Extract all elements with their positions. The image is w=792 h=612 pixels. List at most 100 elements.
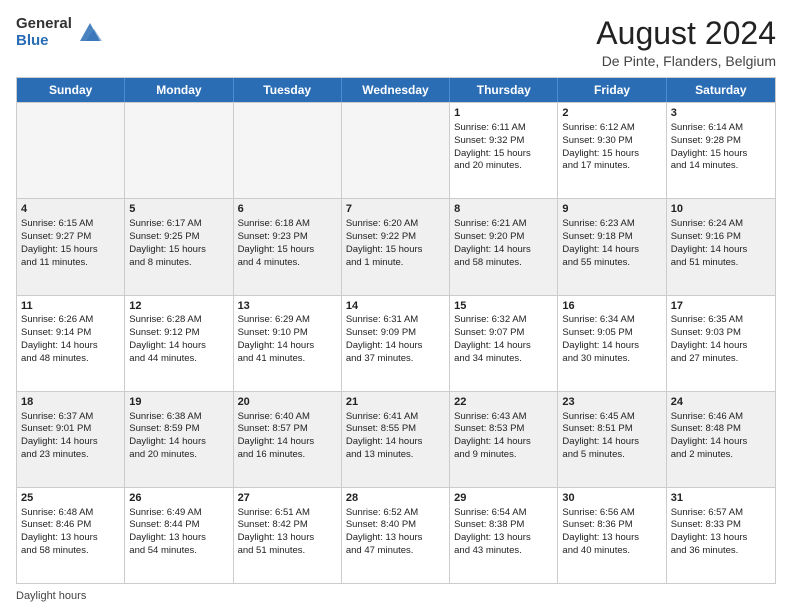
day-number: 25 — [21, 491, 120, 506]
day-number: 6 — [238, 202, 337, 217]
table-row — [342, 103, 450, 198]
logo-icon — [76, 19, 104, 47]
day-info: Sunrise: 6:20 AM Sunset: 9:22 PM Dayligh… — [346, 218, 445, 269]
day-info: Sunrise: 6:52 AM Sunset: 8:40 PM Dayligh… — [346, 507, 445, 558]
day-number: 17 — [671, 299, 771, 314]
day-number: 10 — [671, 202, 771, 217]
table-row: 6Sunrise: 6:18 AM Sunset: 9:23 PM Daylig… — [234, 199, 342, 294]
day-info: Sunrise: 6:31 AM Sunset: 9:09 PM Dayligh… — [346, 314, 445, 365]
day-info: Sunrise: 6:24 AM Sunset: 9:16 PM Dayligh… — [671, 218, 771, 269]
table-row: 25Sunrise: 6:48 AM Sunset: 8:46 PM Dayli… — [17, 488, 125, 583]
day-info: Sunrise: 6:57 AM Sunset: 8:33 PM Dayligh… — [671, 507, 771, 558]
day-info: Sunrise: 6:34 AM Sunset: 9:05 PM Dayligh… — [562, 314, 661, 365]
weekday-saturday: Saturday — [667, 78, 775, 102]
table-row: 26Sunrise: 6:49 AM Sunset: 8:44 PM Dayli… — [125, 488, 233, 583]
day-number: 7 — [346, 202, 445, 217]
table-row: 24Sunrise: 6:46 AM Sunset: 8:48 PM Dayli… — [667, 392, 775, 487]
day-number: 2 — [562, 106, 661, 121]
day-number: 20 — [238, 395, 337, 410]
day-info: Sunrise: 6:35 AM Sunset: 9:03 PM Dayligh… — [671, 314, 771, 365]
table-row: 10Sunrise: 6:24 AM Sunset: 9:16 PM Dayli… — [667, 199, 775, 294]
table-row: 20Sunrise: 6:40 AM Sunset: 8:57 PM Dayli… — [234, 392, 342, 487]
table-row: 9Sunrise: 6:23 AM Sunset: 9:18 PM Daylig… — [558, 199, 666, 294]
day-number: 22 — [454, 395, 553, 410]
day-info: Sunrise: 6:54 AM Sunset: 8:38 PM Dayligh… — [454, 507, 553, 558]
title-block: August 2024 De Pinte, Flanders, Belgium — [596, 16, 776, 69]
day-number: 12 — [129, 299, 228, 314]
calendar-header: Sunday Monday Tuesday Wednesday Thursday… — [17, 78, 775, 102]
calendar: Sunday Monday Tuesday Wednesday Thursday… — [16, 77, 776, 584]
table-row: 16Sunrise: 6:34 AM Sunset: 9:05 PM Dayli… — [558, 296, 666, 391]
page: General Blue August 2024 De Pinte, Fland… — [0, 0, 792, 612]
cal-row-0: 1Sunrise: 6:11 AM Sunset: 9:32 PM Daylig… — [17, 102, 775, 198]
table-row: 5Sunrise: 6:17 AM Sunset: 9:25 PM Daylig… — [125, 199, 233, 294]
day-info: Sunrise: 6:49 AM Sunset: 8:44 PM Dayligh… — [129, 507, 228, 558]
title-location: De Pinte, Flanders, Belgium — [596, 53, 776, 69]
logo-text: General Blue — [16, 16, 72, 49]
table-row: 28Sunrise: 6:52 AM Sunset: 8:40 PM Dayli… — [342, 488, 450, 583]
table-row: 29Sunrise: 6:54 AM Sunset: 8:38 PM Dayli… — [450, 488, 558, 583]
day-number: 31 — [671, 491, 771, 506]
day-info: Sunrise: 6:18 AM Sunset: 9:23 PM Dayligh… — [238, 218, 337, 269]
title-month: August 2024 — [596, 16, 776, 51]
day-number: 5 — [129, 202, 228, 217]
day-info: Sunrise: 6:51 AM Sunset: 8:42 PM Dayligh… — [238, 507, 337, 558]
day-number: 11 — [21, 299, 120, 314]
cal-row-1: 4Sunrise: 6:15 AM Sunset: 9:27 PM Daylig… — [17, 198, 775, 294]
weekday-sunday: Sunday — [17, 78, 125, 102]
table-row: 8Sunrise: 6:21 AM Sunset: 9:20 PM Daylig… — [450, 199, 558, 294]
day-info: Sunrise: 6:26 AM Sunset: 9:14 PM Dayligh… — [21, 314, 120, 365]
cal-row-3: 18Sunrise: 6:37 AM Sunset: 9:01 PM Dayli… — [17, 391, 775, 487]
day-info: Sunrise: 6:28 AM Sunset: 9:12 PM Dayligh… — [129, 314, 228, 365]
table-row: 23Sunrise: 6:45 AM Sunset: 8:51 PM Dayli… — [558, 392, 666, 487]
logo-blue: Blue — [16, 33, 72, 50]
day-info: Sunrise: 6:45 AM Sunset: 8:51 PM Dayligh… — [562, 411, 661, 462]
cal-row-4: 25Sunrise: 6:48 AM Sunset: 8:46 PM Dayli… — [17, 487, 775, 583]
calendar-body: 1Sunrise: 6:11 AM Sunset: 9:32 PM Daylig… — [17, 102, 775, 583]
day-info: Sunrise: 6:46 AM Sunset: 8:48 PM Dayligh… — [671, 411, 771, 462]
day-info: Sunrise: 6:41 AM Sunset: 8:55 PM Dayligh… — [346, 411, 445, 462]
day-info: Sunrise: 6:21 AM Sunset: 9:20 PM Dayligh… — [454, 218, 553, 269]
day-number: 23 — [562, 395, 661, 410]
table-row: 22Sunrise: 6:43 AM Sunset: 8:53 PM Dayli… — [450, 392, 558, 487]
day-number: 4 — [21, 202, 120, 217]
day-info: Sunrise: 6:11 AM Sunset: 9:32 PM Dayligh… — [454, 122, 553, 173]
cal-row-2: 11Sunrise: 6:26 AM Sunset: 9:14 PM Dayli… — [17, 295, 775, 391]
table-row: 14Sunrise: 6:31 AM Sunset: 9:09 PM Dayli… — [342, 296, 450, 391]
weekday-monday: Monday — [125, 78, 233, 102]
day-info: Sunrise: 6:56 AM Sunset: 8:36 PM Dayligh… — [562, 507, 661, 558]
table-row: 4Sunrise: 6:15 AM Sunset: 9:27 PM Daylig… — [17, 199, 125, 294]
day-number: 16 — [562, 299, 661, 314]
day-number: 24 — [671, 395, 771, 410]
day-info: Sunrise: 6:38 AM Sunset: 8:59 PM Dayligh… — [129, 411, 228, 462]
table-row: 3Sunrise: 6:14 AM Sunset: 9:28 PM Daylig… — [667, 103, 775, 198]
day-info: Sunrise: 6:43 AM Sunset: 8:53 PM Dayligh… — [454, 411, 553, 462]
weekday-wednesday: Wednesday — [342, 78, 450, 102]
table-row: 1Sunrise: 6:11 AM Sunset: 9:32 PM Daylig… — [450, 103, 558, 198]
table-row: 13Sunrise: 6:29 AM Sunset: 9:10 PM Dayli… — [234, 296, 342, 391]
logo: General Blue — [16, 16, 104, 49]
table-row: 15Sunrise: 6:32 AM Sunset: 9:07 PM Dayli… — [450, 296, 558, 391]
day-number: 1 — [454, 106, 553, 121]
logo-general: General — [16, 16, 72, 33]
table-row: 21Sunrise: 6:41 AM Sunset: 8:55 PM Dayli… — [342, 392, 450, 487]
table-row: 31Sunrise: 6:57 AM Sunset: 8:33 PM Dayli… — [667, 488, 775, 583]
table-row — [234, 103, 342, 198]
weekday-tuesday: Tuesday — [234, 78, 342, 102]
day-number: 9 — [562, 202, 661, 217]
day-number: 21 — [346, 395, 445, 410]
weekday-friday: Friday — [558, 78, 666, 102]
day-info: Sunrise: 6:15 AM Sunset: 9:27 PM Dayligh… — [21, 218, 120, 269]
table-row: 12Sunrise: 6:28 AM Sunset: 9:12 PM Dayli… — [125, 296, 233, 391]
table-row: 30Sunrise: 6:56 AM Sunset: 8:36 PM Dayli… — [558, 488, 666, 583]
table-row: 27Sunrise: 6:51 AM Sunset: 8:42 PM Dayli… — [234, 488, 342, 583]
table-row: 17Sunrise: 6:35 AM Sunset: 9:03 PM Dayli… — [667, 296, 775, 391]
day-number: 28 — [346, 491, 445, 506]
table-row — [17, 103, 125, 198]
table-row: 7Sunrise: 6:20 AM Sunset: 9:22 PM Daylig… — [342, 199, 450, 294]
footer: Daylight hours — [16, 590, 776, 602]
day-info: Sunrise: 6:14 AM Sunset: 9:28 PM Dayligh… — [671, 122, 771, 173]
day-info: Sunrise: 6:40 AM Sunset: 8:57 PM Dayligh… — [238, 411, 337, 462]
day-info: Sunrise: 6:32 AM Sunset: 9:07 PM Dayligh… — [454, 314, 553, 365]
header: General Blue August 2024 De Pinte, Fland… — [16, 16, 776, 69]
